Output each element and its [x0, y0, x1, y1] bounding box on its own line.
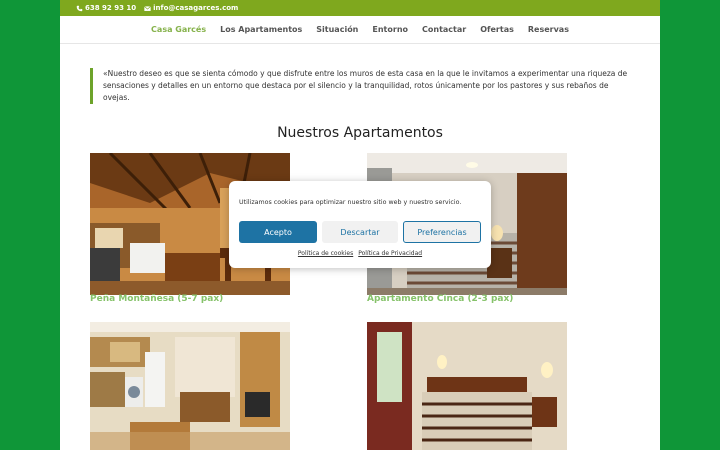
top-bar: 638 92 93 10 info@casagarces.com — [60, 0, 660, 16]
nav-item-entorno[interactable]: Entorno — [372, 25, 408, 34]
nav-item-contactar[interactable]: Contactar — [422, 25, 466, 34]
page: 638 92 93 10 info@casagarces.com Casa Ga… — [60, 0, 660, 450]
email-contact[interactable]: info@casagarces.com — [144, 4, 238, 12]
phone-contact[interactable]: 638 92 93 10 — [76, 4, 136, 12]
phone-number: 638 92 93 10 — [85, 4, 137, 12]
main-navigation: Casa Garcés Los Apartamentos Situación E… — [60, 16, 660, 44]
nav-item-reservas[interactable]: Reservas — [528, 25, 569, 34]
cookie-policy-links: Política de cookies Política de Privacid… — [229, 250, 491, 257]
cookie-preferences-button[interactable]: Preferencias — [403, 221, 481, 243]
accept-cookies-button[interactable]: Acepto — [239, 221, 317, 243]
cookie-message: Utilizamos cookies para optimizar nuestr… — [239, 199, 462, 206]
intro-quote: «Nuestro deseo es que se sienta cómodo y… — [90, 68, 630, 104]
privacy-policy-link[interactable]: Política de Privacidad — [358, 250, 422, 257]
apartment-photo-3[interactable] — [90, 322, 290, 450]
deny-cookies-button[interactable]: Descartar — [322, 221, 398, 243]
envelope-icon — [144, 5, 152, 11]
cookie-consent-banner: Utilizamos cookies para optimizar nuestr… — [229, 181, 491, 268]
section-title: Nuestros Apartamentos — [277, 125, 443, 141]
apartment-name-pena-montanesa[interactable]: Peña Montañesa (5-7 pax) — [90, 294, 223, 304]
phone-icon — [76, 5, 83, 11]
nav-item-apartamentos[interactable]: Los Apartamentos — [220, 25, 302, 34]
nav-item-casa-garces[interactable]: Casa Garcés — [151, 25, 206, 34]
nav-item-ofertas[interactable]: Ofertas — [480, 25, 514, 34]
cookie-policy-link[interactable]: Política de cookies — [298, 250, 353, 257]
email-address: info@casagarces.com — [153, 4, 239, 12]
apartment-name-cinca[interactable]: Apartamento Cinca (2-3 pax) — [367, 294, 513, 304]
nav-item-situacion[interactable]: Situación — [316, 25, 358, 34]
apartment-photo-4[interactable] — [367, 322, 567, 450]
